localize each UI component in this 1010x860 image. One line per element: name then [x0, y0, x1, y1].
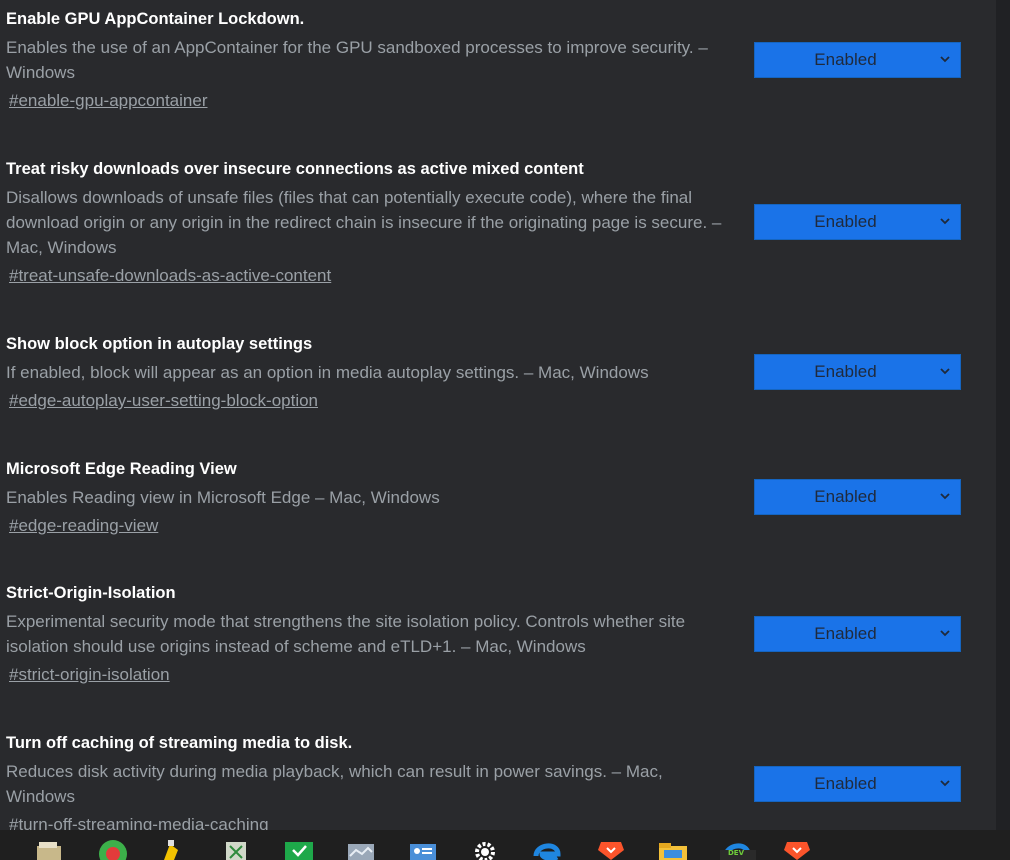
flag-title: Treat risky downloads over insecure conn… — [6, 160, 584, 178]
edge-dev-browser-icon[interactable]: DEV — [718, 840, 756, 860]
flag-description: Reduces disk activity during media playb… — [6, 762, 663, 806]
flag-state-select[interactable]: Enabled — [754, 766, 961, 802]
edge-browser-icon[interactable] — [530, 840, 564, 860]
flag-anchor-link[interactable]: #turn-off-streaming-media-caching — [9, 812, 269, 830]
flag-anchor-link[interactable]: #treat-unsafe-downloads-as-active-conten… — [9, 263, 331, 288]
flag-state-select[interactable]: Enabled — [754, 354, 961, 390]
flag-anchor-link[interactable]: #enable-gpu-appcontainer — [9, 88, 208, 113]
photos-app-icon[interactable] — [344, 840, 378, 860]
select-value: Enabled — [814, 774, 877, 793]
settings-gear-icon[interactable] — [468, 840, 502, 860]
spreadsheet-app-icon[interactable] — [220, 840, 254, 860]
flag-state-select[interactable]: Enabled — [754, 42, 961, 78]
brave-browser-icon[interactable] — [594, 840, 628, 860]
chevron-down-icon — [940, 56, 950, 63]
select-value: Enabled — [814, 212, 877, 231]
file-explorer-icon[interactable] — [656, 840, 690, 860]
flag-description: Experimental security mode that strength… — [6, 612, 686, 656]
flag-title: Strict-Origin-Isolation — [6, 584, 176, 602]
select-value: Enabled — [814, 487, 877, 506]
flag-title: Enable GPU AppContainer Lockdown. — [6, 10, 305, 28]
file-manager-icon[interactable] — [33, 840, 67, 860]
flag-description: Disallows downloads of unsafe files (fil… — [6, 188, 722, 257]
flag-state-select[interactable]: Enabled — [754, 204, 961, 240]
shield-check-icon[interactable] — [282, 840, 316, 860]
scrollbar-track[interactable] — [996, 0, 1010, 830]
select-value: Enabled — [814, 624, 877, 643]
contacts-app-icon[interactable] — [406, 840, 440, 860]
flag-description: If enabled, block will appear as an opti… — [6, 363, 649, 382]
chevron-down-icon — [940, 630, 950, 637]
flag-anchor-link[interactable]: #edge-autoplay-user-setting-block-option — [9, 388, 318, 413]
brave-browser-2-icon[interactable] — [780, 840, 814, 860]
select-value: Enabled — [814, 362, 877, 381]
chevron-down-icon — [940, 218, 950, 225]
flag-description: Enables the use of an AppContainer for t… — [6, 38, 708, 82]
flag-title: Show block option in autoplay settings — [6, 335, 313, 353]
edge-dev-badge: DEV — [728, 849, 745, 857]
flag-title: Microsoft Edge Reading View — [6, 460, 237, 478]
select-value: Enabled — [814, 50, 877, 69]
chevron-down-icon — [940, 493, 950, 500]
windows-taskbar: DEV — [0, 830, 1010, 860]
highlighter-app-icon[interactable] — [156, 840, 190, 860]
chevron-down-icon — [940, 780, 950, 787]
flag-description: Enables Reading view in Microsoft Edge –… — [6, 488, 440, 507]
flag-anchor-link[interactable]: #strict-origin-isolation — [9, 662, 170, 687]
stop-app-icon[interactable] — [96, 840, 130, 860]
flag-anchor-link[interactable]: #edge-reading-view — [9, 513, 158, 538]
flag-state-select[interactable]: Enabled — [754, 616, 961, 652]
chevron-down-icon — [940, 368, 950, 375]
flag-title: Turn off caching of streaming media to d… — [6, 734, 353, 752]
flag-state-select[interactable]: Enabled — [754, 479, 961, 515]
flags-page: Enable GPU AppContainer Lockdown. Enable… — [0, 0, 996, 830]
